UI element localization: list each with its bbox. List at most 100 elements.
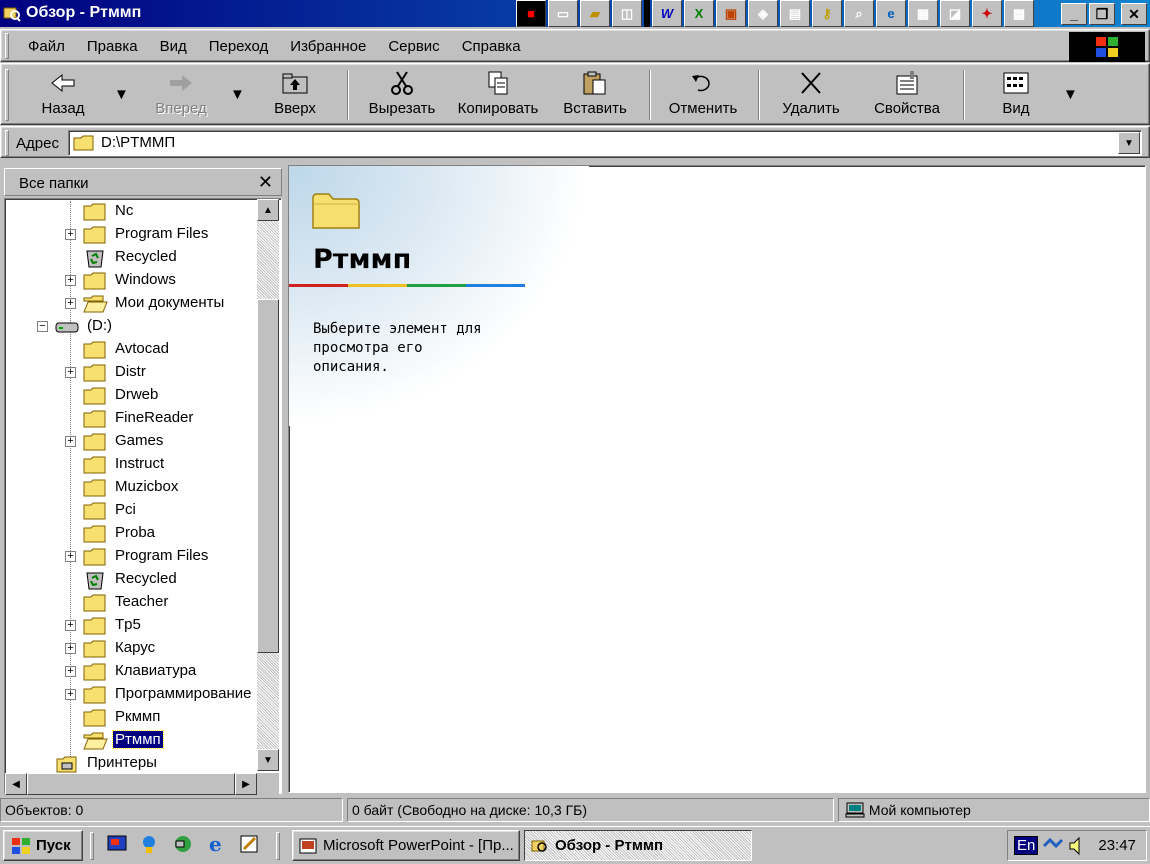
scroll-up-button[interactable]: ▲ bbox=[257, 199, 279, 221]
tree-item-label: Recycled bbox=[115, 570, 177, 587]
address-input[interactable]: D:\PTMMП ▼ bbox=[68, 130, 1142, 156]
restore-button[interactable]: ❐ bbox=[1089, 3, 1115, 25]
volume-icon[interactable] bbox=[1068, 836, 1084, 856]
games-icon[interactable]: ✦ bbox=[972, 0, 1002, 27]
menu-file[interactable]: Файл bbox=[17, 38, 76, 55]
scroll-left-button[interactable]: ◀ bbox=[5, 773, 27, 795]
cut-button[interactable]: Вырезать bbox=[363, 68, 441, 122]
powerpoint-icon[interactable]: ▣ bbox=[716, 0, 746, 27]
address-grip[interactable] bbox=[5, 130, 9, 156]
scroll-thumb[interactable] bbox=[257, 299, 279, 653]
clock[interactable]: 23:47 bbox=[1098, 837, 1136, 854]
excel-icon[interactable]: X bbox=[684, 0, 714, 27]
expand-icon[interactable]: + bbox=[65, 436, 76, 447]
language-indicator[interactable]: En bbox=[1014, 836, 1039, 855]
expand-icon[interactable]: + bbox=[65, 367, 76, 378]
open-folder-icon[interactable]: ▰ bbox=[580, 0, 610, 27]
scroll-right-button[interactable]: ▶ bbox=[235, 773, 257, 795]
expand-icon[interactable]: + bbox=[65, 620, 76, 631]
up-button[interactable]: Вверх bbox=[263, 68, 327, 122]
properties-button[interactable]: Свойства bbox=[865, 68, 949, 122]
tree-item-label: Teacher bbox=[115, 593, 169, 610]
address-dropdown-button[interactable]: ▼ bbox=[1118, 132, 1140, 154]
tree-item-label: Recycled bbox=[115, 248, 177, 265]
internet-explorer-icon[interactable]: e bbox=[206, 833, 228, 855]
system-tray: En 23:47 bbox=[1007, 830, 1147, 861]
undo-button[interactable]: Отменить bbox=[663, 68, 743, 122]
expand-icon[interactable]: + bbox=[65, 643, 76, 654]
tree-vertical-scrollbar[interactable]: ▲ ▼ bbox=[257, 199, 279, 771]
tree-item-label: Distr bbox=[115, 363, 146, 380]
start-button[interactable]: Пуск bbox=[3, 830, 83, 861]
menu-tools[interactable]: Сервис bbox=[377, 38, 450, 55]
tree-item-label: Avtocad bbox=[115, 340, 169, 357]
tree-item-label: Мои документы bbox=[115, 294, 225, 311]
toolbar-separator bbox=[963, 70, 965, 120]
access-icon[interactable]: ◈ bbox=[748, 0, 778, 27]
folder-content-pane[interactable]: Ртммп Выберите элемент для просмотра его… bbox=[288, 165, 1146, 793]
appointment-icon[interactable]: ◫ bbox=[612, 0, 642, 27]
forward-button[interactable]: Вперед bbox=[141, 68, 221, 122]
menu-help[interactable]: Справка bbox=[451, 38, 532, 55]
scroll-down-button[interactable]: ▼ bbox=[257, 749, 279, 771]
show-desktop-icon[interactable] bbox=[106, 833, 128, 855]
expand-icon[interactable]: + bbox=[65, 298, 76, 309]
toolbar-grip[interactable] bbox=[5, 69, 9, 121]
back-button[interactable]: Назад bbox=[23, 68, 103, 122]
organizer-icon[interactable]: ◪ bbox=[940, 0, 970, 27]
tree-item-label: Pci bbox=[115, 501, 136, 518]
tree-view[interactable]: Nc + Program Files Recycled + Windows + Мои док… bbox=[4, 198, 282, 795]
new-document-icon[interactable]: ▭ bbox=[548, 0, 578, 27]
binder-icon[interactable]: ▤ bbox=[780, 0, 810, 27]
expand-icon[interactable]: + bbox=[65, 551, 76, 562]
menu-grip[interactable] bbox=[5, 33, 9, 59]
forward-arrow-icon bbox=[170, 75, 192, 91]
menu-favorites[interactable]: Избранное bbox=[279, 38, 377, 55]
undo-label: Отменить bbox=[668, 100, 738, 117]
task-powerpoint[interactable]: Microsoft PowerPoint - [Пр... bbox=[292, 830, 520, 861]
key-icon[interactable]: ⚷ bbox=[812, 0, 842, 27]
word-icon[interactable]: W bbox=[652, 0, 682, 27]
view-button[interactable]: Вид bbox=[991, 68, 1041, 122]
find-icon[interactable]: ⌕ bbox=[844, 0, 874, 27]
title-bar[interactable]: Обзор - Ртммп ■ ▭ ▰ ◫ W X ▣ ◈ ▤ ⚷ ⌕ e ▦ … bbox=[0, 0, 1150, 27]
tree-item-label: Program Files bbox=[115, 547, 209, 564]
office-shortcut-bar: ■ ▭ ▰ ◫ W X ▣ ◈ ▤ ⚷ ⌕ e ▦ ◪ ✦ ▩ bbox=[516, 0, 1034, 27]
collapse-icon[interactable]: − bbox=[37, 321, 48, 332]
photo-editor-icon[interactable]: ▦ bbox=[908, 0, 938, 27]
copy-button[interactable]: Копировать bbox=[451, 68, 545, 122]
expand-icon[interactable]: + bbox=[65, 275, 76, 286]
expand-icon[interactable]: + bbox=[65, 689, 76, 700]
minimize-button[interactable]: _ bbox=[1061, 3, 1087, 25]
network-icon[interactable] bbox=[172, 833, 194, 855]
edit-pencil-icon[interactable] bbox=[238, 833, 260, 855]
tree-horizontal-scrollbar[interactable]: ◀ ▶ bbox=[5, 773, 257, 795]
outlook-icon[interactable] bbox=[138, 833, 160, 855]
menu-view[interactable]: Вид bbox=[149, 38, 198, 55]
menu-go[interactable]: Переход bbox=[198, 38, 280, 55]
calculator-icon[interactable]: ▩ bbox=[1004, 0, 1034, 27]
tree-item-label: Карус bbox=[115, 639, 156, 656]
drive-icon bbox=[54, 316, 80, 342]
expand-icon[interactable]: + bbox=[65, 229, 76, 240]
menu-edit[interactable]: Правка bbox=[76, 38, 149, 55]
toolbar-separator bbox=[758, 70, 760, 120]
task-explorer[interactable]: Обзор - Ртммп bbox=[524, 830, 752, 861]
back-arrow-icon bbox=[51, 73, 75, 93]
close-tree-icon[interactable]: ✕ bbox=[258, 172, 273, 193]
menu-bar: Файл Правка Вид Переход Избранное Сервис… bbox=[0, 29, 1150, 62]
network-status-icon[interactable] bbox=[1042, 836, 1064, 856]
tree-header: Все папки ✕ bbox=[4, 168, 282, 196]
shortcut-separator bbox=[644, 0, 650, 27]
horizontal-scroll-thumb[interactable] bbox=[27, 773, 235, 795]
delete-button[interactable]: Удалить bbox=[773, 68, 849, 122]
internet-explorer-icon[interactable]: e bbox=[876, 0, 906, 27]
explorer-icon bbox=[531, 840, 547, 852]
paste-button[interactable]: Вставить bbox=[557, 68, 633, 122]
expand-icon[interactable]: + bbox=[65, 666, 76, 677]
office-logo-icon[interactable]: ■ bbox=[516, 0, 546, 27]
copy-label: Копировать bbox=[457, 100, 539, 117]
cut-label: Вырезать bbox=[368, 100, 436, 117]
close-button[interactable]: ✕ bbox=[1121, 3, 1147, 25]
taskbar: Пуск e Microsoft PowerPoint - [Пр... Обз… bbox=[0, 826, 1150, 864]
